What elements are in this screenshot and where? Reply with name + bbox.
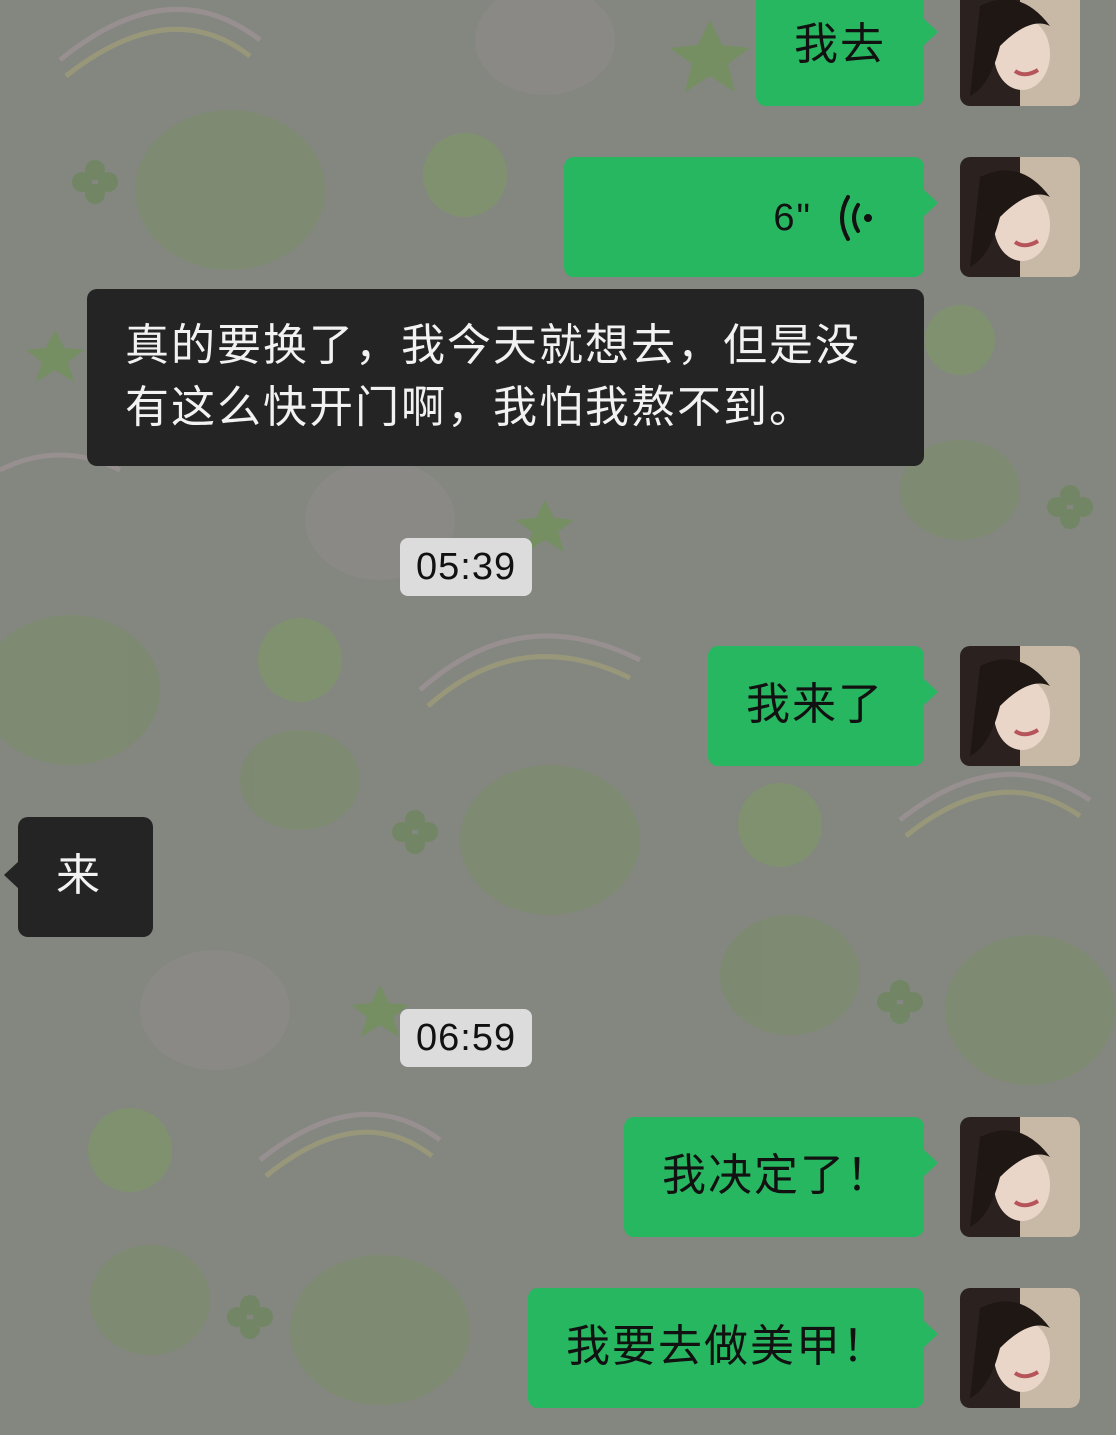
avatar-photo-icon: [960, 0, 1080, 106]
message-timestamp: 05:39: [400, 538, 533, 596]
message-line: 有这么快开门啊，我怕我熬不到。: [125, 382, 815, 433]
message-text: 来: [56, 850, 102, 901]
message-text: 我要去做美甲！: [566, 1321, 888, 1372]
message-text: 我来了: [746, 679, 884, 730]
avatar-photo-icon: [960, 1288, 1080, 1408]
my-avatar[interactable]: [960, 1117, 1080, 1237]
message-timestamp: 06:59: [400, 1009, 533, 1067]
my-avatar[interactable]: [960, 0, 1080, 106]
my-message-bubble[interactable]: 我去: [756, 0, 938, 106]
message-text: 我决定了！: [662, 1150, 892, 1201]
avatar-photo-icon: [960, 646, 1080, 766]
peer-message-bubble[interactable]: 来: [4, 817, 153, 937]
message-text: 我去: [794, 19, 886, 70]
my-avatar[interactable]: [960, 1288, 1080, 1408]
my-message-bubble[interactable]: 我要去做美甲！: [528, 1288, 938, 1408]
voice-message-bubble[interactable]: 6": [564, 157, 938, 277]
message-line: 真的要换了，我今天就想去，但是没: [125, 320, 861, 371]
avatar-photo-icon: [960, 157, 1080, 277]
my-message-bubble[interactable]: 我来了: [708, 646, 938, 766]
my-avatar[interactable]: [960, 157, 1080, 277]
my-avatar[interactable]: [960, 646, 1080, 766]
chat-wallpaper: [0, 0, 1116, 1435]
voice-wave-icon: [840, 195, 872, 241]
my-message-bubble[interactable]: 我决定了！: [624, 1117, 938, 1237]
avatar-photo-icon: [960, 1117, 1080, 1237]
voice-duration: 6": [773, 197, 812, 239]
peer-message-bubble[interactable]: 真的要换了，我今天就想去，但是没 有这么快开门啊，我怕我熬不到。: [87, 289, 924, 466]
